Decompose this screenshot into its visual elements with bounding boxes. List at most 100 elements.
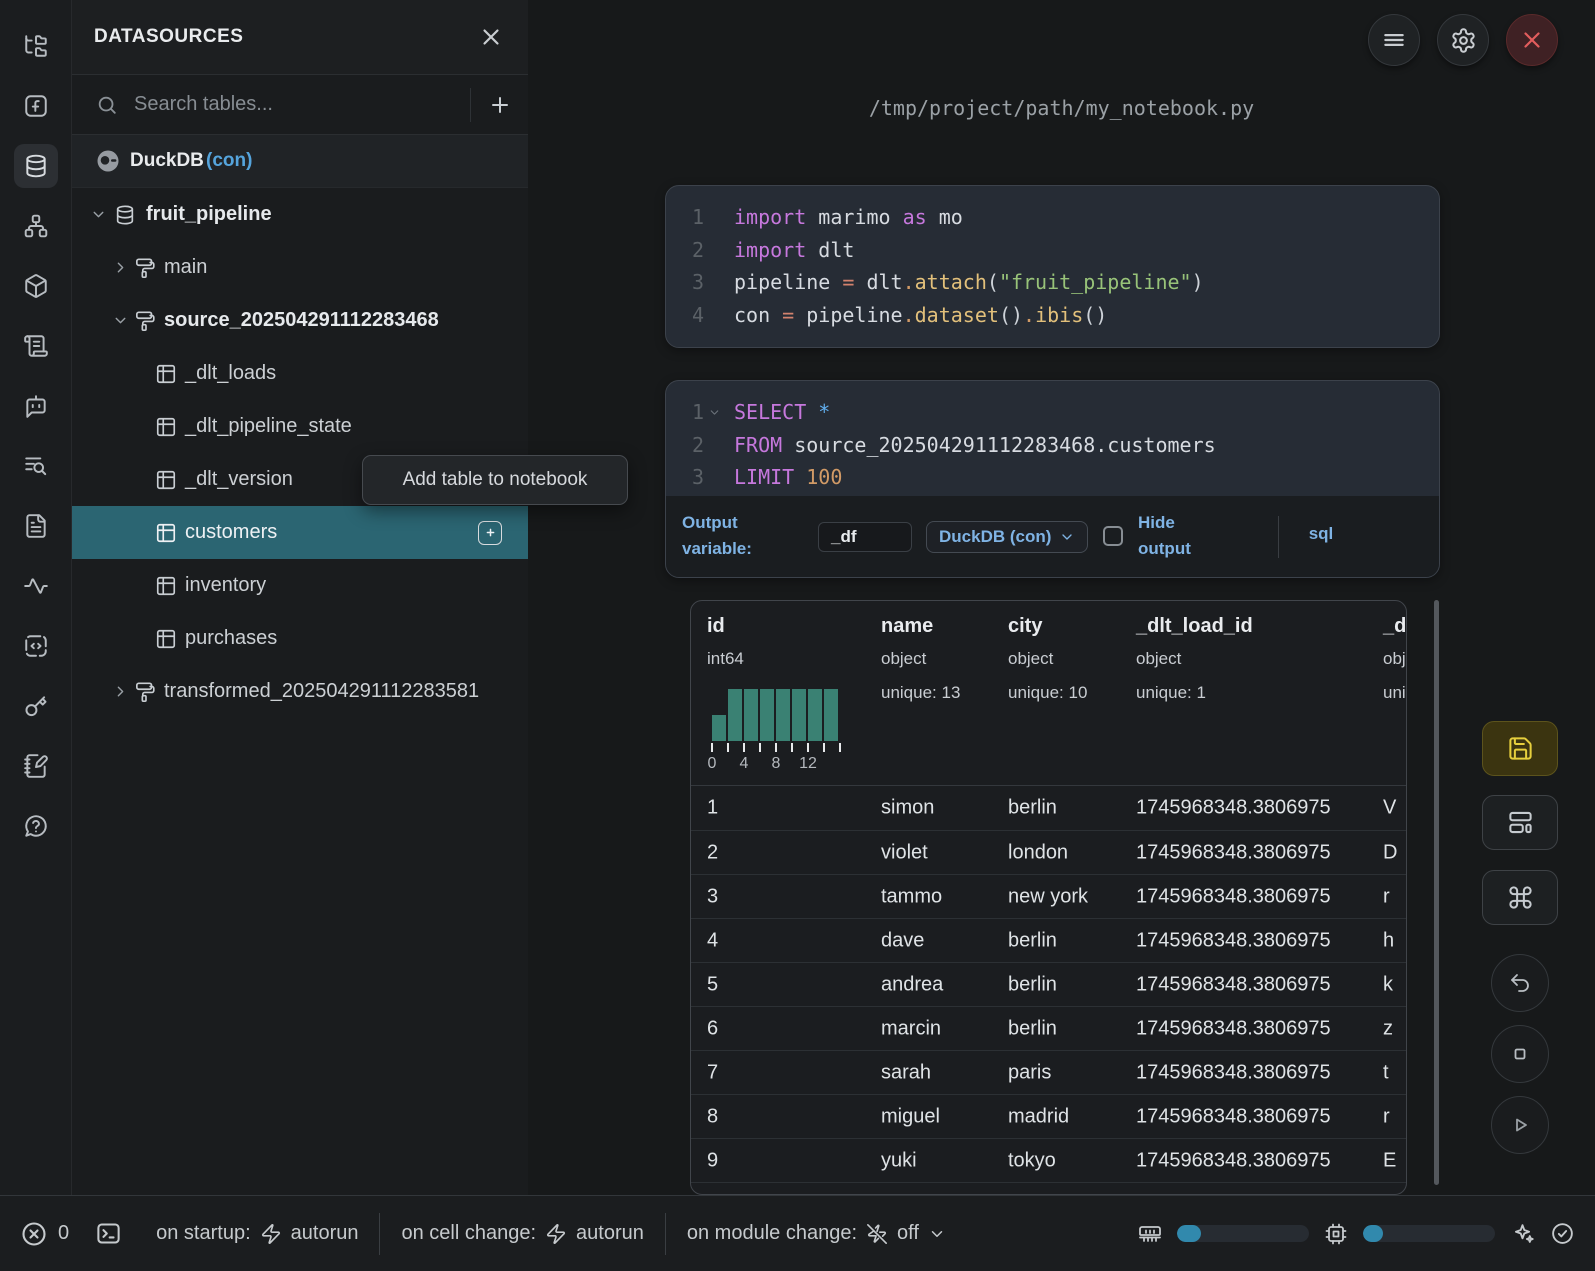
close-icon[interactable] bbox=[476, 22, 506, 52]
table-row[interactable]: 7sarahparis1745968348.3806975t bbox=[691, 1050, 1406, 1094]
on-startup-value: autorun bbox=[291, 1222, 359, 1245]
settings-button[interactable] bbox=[1437, 14, 1489, 66]
table-cell: 9 bbox=[707, 1149, 718, 1172]
dependency-graph-icon[interactable] bbox=[14, 204, 58, 248]
add-table-button[interactable] bbox=[478, 521, 502, 545]
tree-item-inventory[interactable]: inventory bbox=[72, 559, 528, 612]
table-row[interactable]: 8miguelmadrid1745968348.3806975r bbox=[691, 1094, 1406, 1138]
table-row[interactable]: 6marcinberlin1745968348.3806975z bbox=[691, 1006, 1406, 1050]
chevron-right-icon[interactable] bbox=[112, 259, 129, 276]
chevron-right-icon[interactable] bbox=[112, 683, 129, 700]
tree-item-label: purchases bbox=[185, 627, 277, 650]
save-button[interactable] bbox=[1482, 721, 1558, 776]
table-cell: z bbox=[1383, 1017, 1393, 1040]
menu-button[interactable] bbox=[1368, 14, 1420, 66]
documentation-icon[interactable] bbox=[14, 504, 58, 548]
code-editor[interactable]: 1import marimo as mo2import dlt3pipeline… bbox=[666, 186, 1439, 331]
connection-duckdb[interactable]: DuckDB (con) bbox=[72, 135, 528, 188]
database-icon[interactable] bbox=[14, 144, 58, 188]
table-row[interactable]: 1simonberlin1745968348.3806975V bbox=[691, 786, 1406, 830]
tree-item-main[interactable]: main bbox=[72, 241, 528, 294]
tree-item-fruit_pipeline[interactable]: fruit_pipeline bbox=[72, 188, 528, 241]
table-row[interactable]: 2violetlondon1745968348.3806975D bbox=[691, 830, 1406, 874]
code-line[interactable]: 2FROM source_202504291112283468.customer… bbox=[666, 429, 1439, 462]
code-token: = bbox=[842, 270, 866, 294]
hide-output-label: Hide output bbox=[1138, 510, 1218, 562]
activity-icon[interactable] bbox=[14, 564, 58, 608]
code-cell-imports[interactable]: 1import marimo as mo2import dlt3pipeline… bbox=[665, 185, 1440, 348]
column-header-dlt-id[interactable]: _dlt_id bbox=[1383, 615, 1407, 638]
secrets-icon[interactable] bbox=[14, 684, 58, 728]
scratchpad-icon[interactable] bbox=[14, 744, 58, 788]
zap-icon bbox=[545, 1223, 567, 1245]
code-token: SELECT bbox=[734, 400, 818, 424]
schema-icon bbox=[135, 310, 157, 332]
logs-icon[interactable] bbox=[14, 324, 58, 368]
tree-item-_dlt_pipeline_state[interactable]: _dlt_pipeline_state bbox=[72, 400, 528, 453]
stop-button[interactable] bbox=[1491, 1025, 1549, 1083]
tree-item-_dlt_loads[interactable]: _dlt_loads bbox=[72, 347, 528, 400]
scrollbar-thumb[interactable] bbox=[1434, 600, 1439, 1185]
on-startup-setting[interactable]: on startup: autorun bbox=[156, 1222, 358, 1245]
table-cell: berlin bbox=[1008, 797, 1057, 820]
column-header-id[interactable]: id bbox=[707, 615, 725, 638]
on-cell-change-setting[interactable]: on cell change: autorun bbox=[401, 1222, 643, 1245]
output-variable-input[interactable]: _df bbox=[818, 522, 912, 552]
column-header-city[interactable]: city bbox=[1008, 615, 1042, 638]
column-header-dlt-load-id[interactable]: _dlt_load_id bbox=[1136, 615, 1253, 638]
chat-bot-icon[interactable] bbox=[14, 384, 58, 428]
code-line[interactable]: 3LIMIT 100 bbox=[666, 461, 1439, 494]
column-header-name[interactable]: name bbox=[881, 615, 933, 638]
command-palette-button[interactable] bbox=[1482, 870, 1558, 925]
functions-icon[interactable] bbox=[14, 84, 58, 128]
table-icon bbox=[155, 628, 177, 650]
table-row[interactable]: 9yukitokyo1745968348.3806975E bbox=[691, 1138, 1406, 1182]
code-line[interactable]: 1import marimo as mo bbox=[666, 201, 1439, 234]
code-line[interactable]: 3pipeline = dlt.attach("fruit_pipeline") bbox=[666, 266, 1439, 299]
hide-output-checkbox[interactable] bbox=[1103, 526, 1123, 546]
code-line[interactable]: 4con = pipeline.dataset().ibis() bbox=[666, 299, 1439, 332]
column-unique: unique: 13 bbox=[1383, 683, 1407, 703]
code-token: 100 bbox=[806, 465, 842, 489]
column-type: int64 bbox=[707, 649, 744, 669]
sql-cell[interactable]: 1SELECT *2FROM source_202504291112283468… bbox=[665, 380, 1440, 578]
check-circle-icon[interactable] bbox=[1550, 1221, 1575, 1246]
table-cell: london bbox=[1008, 841, 1068, 864]
error-count-button[interactable]: 0 bbox=[20, 1220, 69, 1248]
tree-item-transformed_202504291112283581[interactable]: transformed_202504291112283581 bbox=[72, 665, 528, 718]
search-list-icon[interactable] bbox=[14, 444, 58, 488]
search-input[interactable]: Search tables... bbox=[134, 93, 273, 116]
file-tree-icon[interactable] bbox=[14, 24, 58, 68]
chevron-down-icon[interactable] bbox=[112, 312, 129, 329]
table-icon bbox=[155, 363, 177, 385]
snippets-icon[interactable] bbox=[14, 624, 58, 668]
packages-icon[interactable] bbox=[14, 264, 58, 308]
fold-chevron-icon[interactable] bbox=[704, 406, 724, 419]
undo-button[interactable] bbox=[1491, 954, 1549, 1012]
help-icon[interactable] bbox=[14, 804, 58, 848]
tree-item-purchases[interactable]: purchases bbox=[72, 612, 528, 665]
line-number: 3 bbox=[666, 270, 704, 294]
code-line[interactable]: 2import dlt bbox=[666, 234, 1439, 267]
table-row[interactable]: 3tammonew york1745968348.3806975r bbox=[691, 874, 1406, 918]
notebook-path[interactable]: /tmp/project/path/my_notebook.py bbox=[528, 96, 1595, 120]
histogram-tick-label: 12 bbox=[795, 755, 821, 773]
histogram-bar bbox=[760, 689, 774, 741]
sparkles-icon[interactable] bbox=[1510, 1221, 1535, 1246]
tree-item-customers[interactable]: customers bbox=[72, 506, 528, 559]
table-cell: 4 bbox=[707, 929, 718, 952]
shutdown-button[interactable] bbox=[1506, 14, 1558, 66]
tree-item-source_202504291112283468[interactable]: source_202504291112283468 bbox=[72, 294, 528, 347]
engine-select[interactable]: DuckDB (con) bbox=[926, 521, 1088, 553]
table-row[interactable]: 4daveberlin1745968348.3806975h bbox=[691, 918, 1406, 962]
terminal-button[interactable] bbox=[95, 1220, 122, 1247]
code-line[interactable]: 1SELECT * bbox=[666, 396, 1439, 429]
table-row[interactable]: 5andreaberlin1745968348.3806975k bbox=[691, 962, 1406, 1006]
code-token: pipeline bbox=[806, 303, 902, 327]
sql-editor[interactable]: 1SELECT *2FROM source_202504291112283468… bbox=[666, 381, 1439, 494]
layout-button[interactable] bbox=[1482, 795, 1558, 850]
chevron-down-icon[interactable] bbox=[90, 206, 107, 223]
add-datasource-button[interactable] bbox=[482, 87, 518, 123]
on-module-change-setting[interactable]: on module change: off bbox=[687, 1222, 946, 1245]
run-button[interactable] bbox=[1491, 1096, 1549, 1154]
